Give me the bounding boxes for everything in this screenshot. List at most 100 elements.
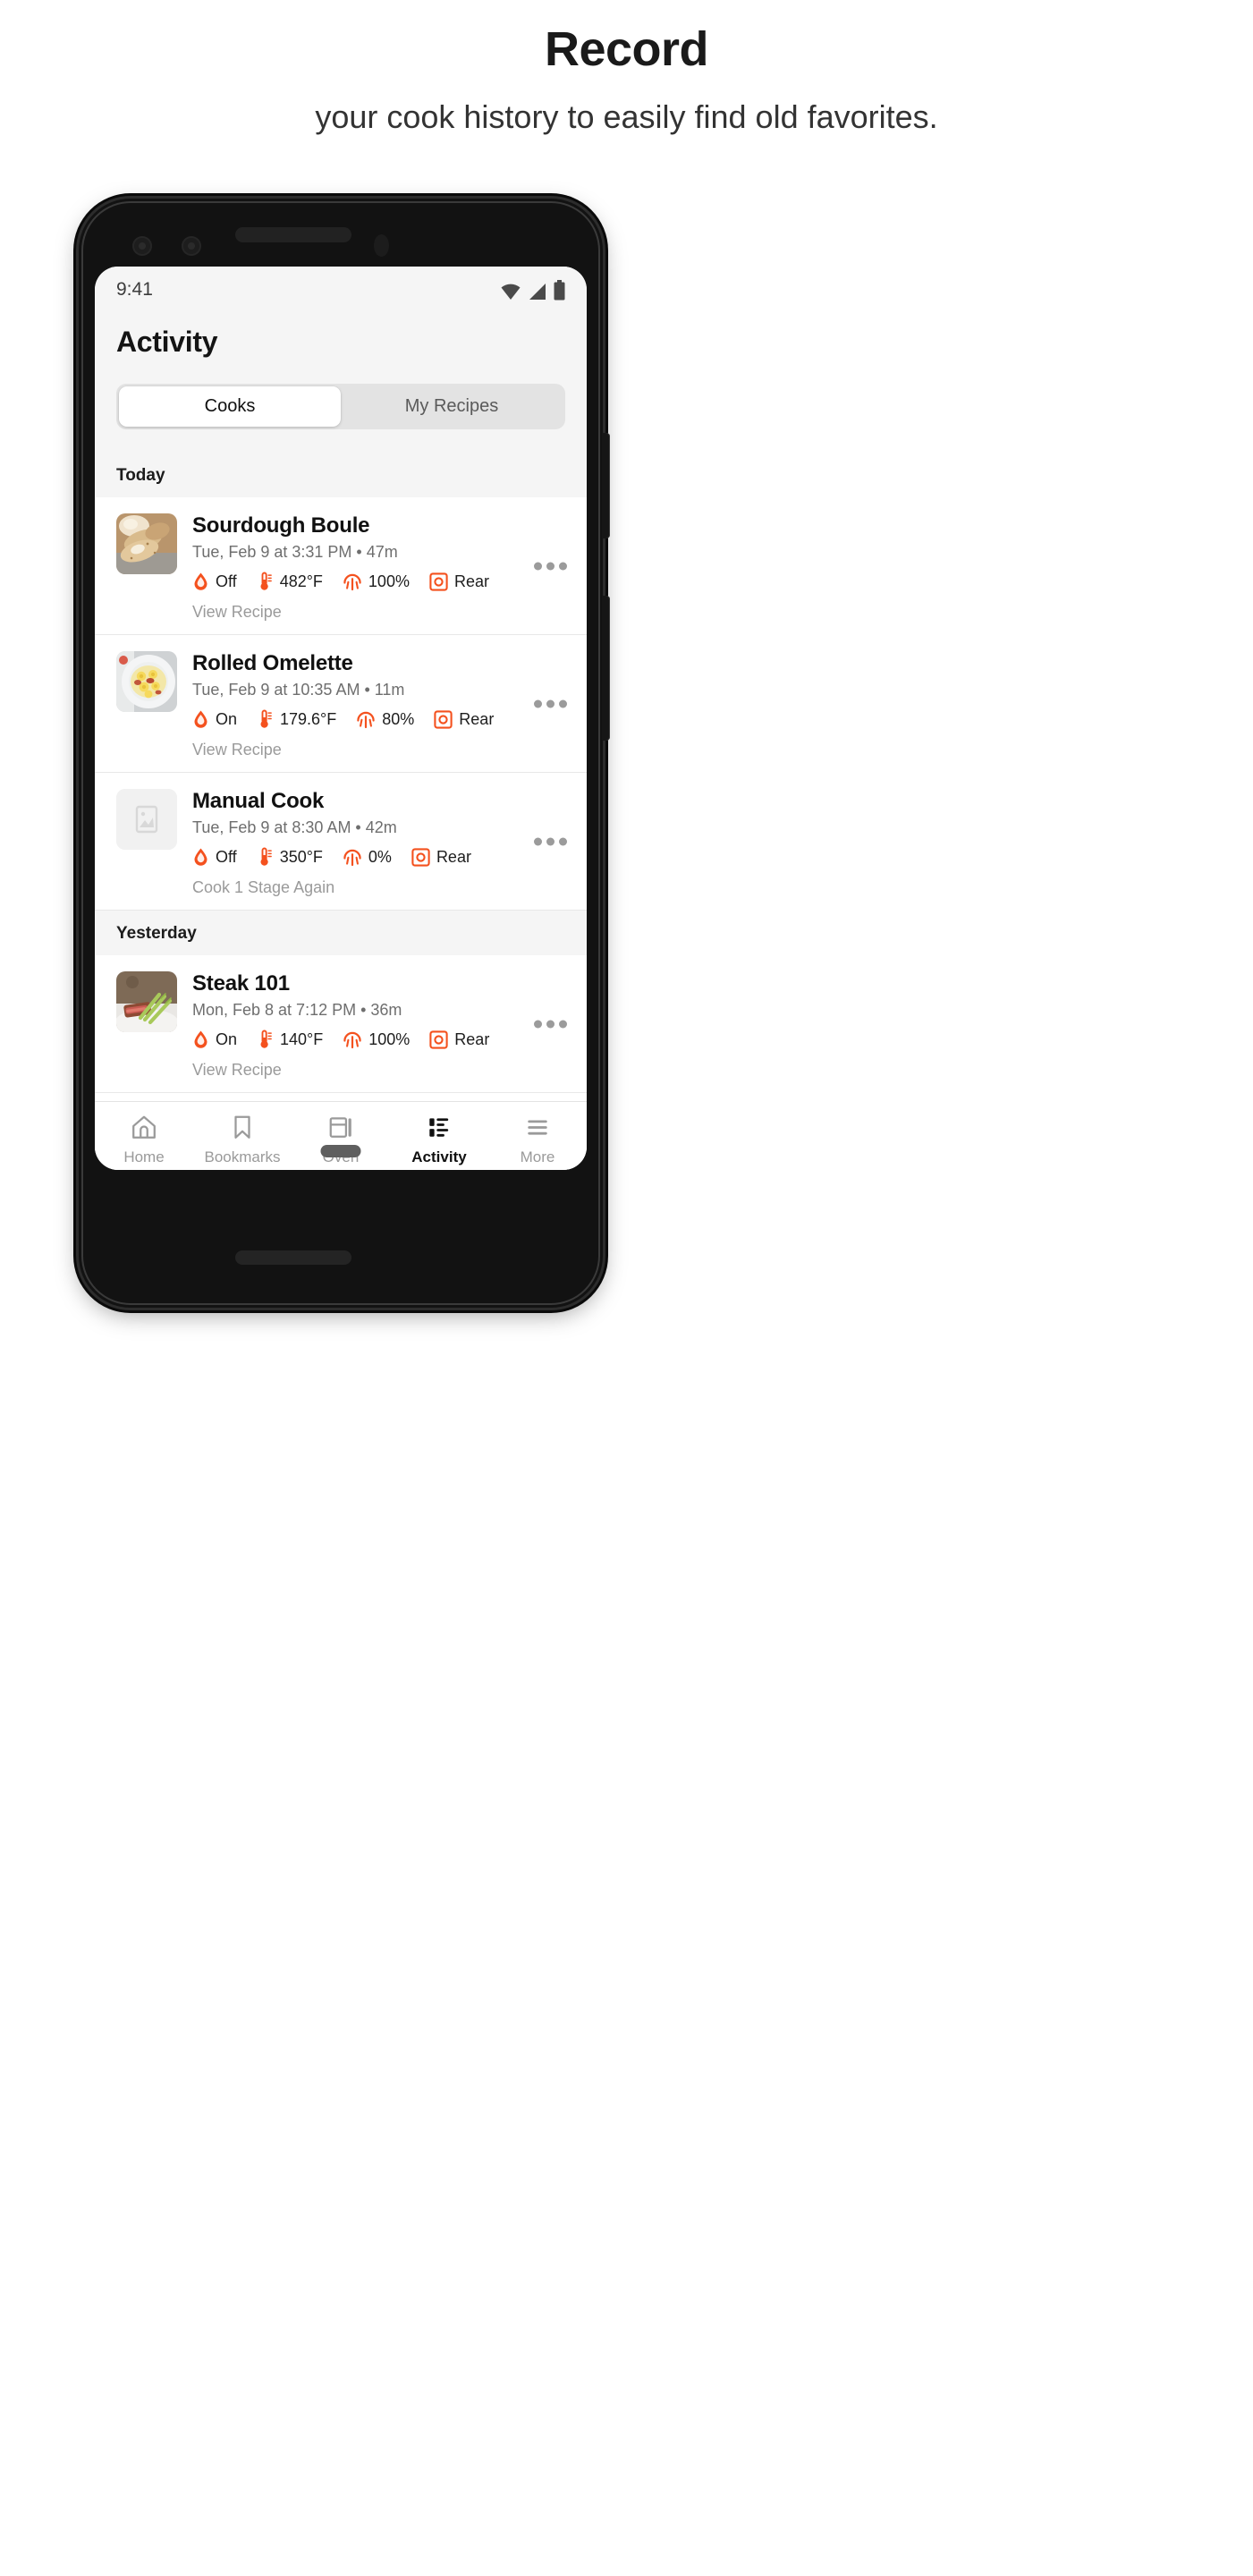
metric-value: 0% — [368, 847, 392, 866]
convection-fan-icon — [343, 573, 361, 591]
home-icon — [132, 1115, 156, 1139]
convection-fan-icon — [343, 1031, 361, 1049]
metric-steam-droplet: Off — [192, 572, 237, 591]
rear-element-icon — [429, 1030, 448, 1049]
steam-droplet-icon — [194, 572, 207, 590]
home-indicator — [320, 1145, 361, 1157]
cook-metrics: Off 482°F 100% Rear — [192, 572, 569, 591]
app-header: Activity — [95, 313, 587, 359]
cook-action-link[interactable]: Cook 1 Stage Again — [192, 878, 569, 897]
cook-title: Rolled Omelette — [192, 651, 353, 675]
rear-element-icon — [434, 709, 453, 729]
cook-history-list[interactable]: Today Sourdough Boule Tue, Feb 9 at 3:31 P… — [95, 453, 587, 1170]
cook-title: Manual Cook — [192, 789, 325, 813]
nav-item-more[interactable]: More — [488, 1114, 587, 1166]
thermometer-icon — [260, 572, 272, 590]
more-options-icon[interactable] — [534, 699, 567, 708]
metric-steam-droplet: On — [192, 1030, 237, 1049]
tab-my-recipes[interactable]: My Recipes — [341, 386, 563, 427]
metric-thermometer: 350°F — [257, 847, 323, 867]
metric-value: On — [216, 709, 238, 728]
metric-value: 80% — [382, 709, 415, 728]
steam-droplet-icon — [194, 1030, 207, 1048]
sourdough-bread-photo — [116, 513, 177, 574]
volume-button[interactable] — [602, 433, 610, 538]
more-options-icon[interactable] — [534, 562, 567, 570]
promo-title: Record — [544, 22, 709, 76]
front-camera-icon — [374, 234, 389, 257]
metric-value: Off — [216, 847, 237, 866]
cook-history-item[interactable]: Rolled Omelette Tue, Feb 9 at 10:35 AM • … — [95, 635, 587, 773]
segmented-control-container: Cooks My Recipes — [95, 359, 587, 453]
metric-rear-element: Rear — [429, 572, 489, 591]
cook-timestamp: Tue, Feb 9 at 8:30 AM • 42m — [192, 818, 397, 836]
cook-action-link[interactable]: View Recipe — [192, 1061, 569, 1080]
phone-frame: 9:41 Activity Cooks My Recipes Today Sou… — [79, 199, 603, 1308]
more-options-icon[interactable] — [534, 837, 567, 845]
nav-item-home[interactable]: Home — [95, 1114, 193, 1166]
cook-history-item[interactable]: Manual Cook Tue, Feb 9 at 8:30 AM • 42m Of… — [95, 773, 587, 911]
nav-label-activity: Activity — [411, 1148, 467, 1165]
proximity-sensor-icon — [132, 236, 152, 256]
cook-thumbnail[interactable] — [116, 971, 177, 1032]
earpiece-speaker — [235, 227, 351, 242]
group-header: Yesterday — [95, 911, 587, 955]
bottom-navigation[interactable]: Home Bookmarks Oven — [95, 1101, 587, 1170]
steam-droplet-icon — [194, 710, 207, 728]
cook-action-link[interactable]: View Recipe — [192, 741, 569, 759]
hamburger-menu-icon — [528, 1120, 547, 1135]
metric-thermometer: 179.6°F — [257, 709, 336, 729]
convection-fan-icon — [343, 849, 361, 867]
cook-item-body: Rolled Omelette Tue, Feb 9 at 10:35 AM • … — [192, 651, 569, 759]
cook-history-item[interactable]: Sourdough Boule Tue, Feb 9 at 3:31 PM • 4… — [95, 497, 587, 635]
image-placeholder-icon — [116, 789, 177, 850]
phone-screen: 9:41 Activity Cooks My Recipes Today Sou… — [95, 267, 587, 1170]
battery-icon — [554, 279, 565, 300]
metric-value: Rear — [459, 709, 495, 728]
metric-value: 350°F — [279, 847, 323, 866]
metric-value: 100% — [368, 1030, 411, 1048]
cook-history-item[interactable]: Steak 101 Mon, Feb 8 at 7:12 PM • 36m On 14… — [95, 955, 587, 1093]
tab-cooks[interactable]: Cooks — [119, 386, 341, 427]
wifi-icon — [501, 284, 521, 300]
bottom-speaker — [235, 1250, 351, 1265]
metric-value: 140°F — [280, 1030, 324, 1048]
segmented-control[interactable]: Cooks My Recipes — [116, 384, 565, 429]
metric-value: Off — [216, 572, 237, 590]
metric-convection-fan: 0% — [343, 847, 392, 867]
cook-item-body: Sourdough Boule Tue, Feb 9 at 3:31 PM • 4… — [192, 513, 569, 622]
cook-timestamp: Mon, Feb 8 at 7:12 PM • 36m — [192, 1001, 402, 1019]
thermometer-icon — [260, 1030, 272, 1048]
metric-value: Rear — [454, 1030, 490, 1048]
nav-label-more: More — [520, 1148, 555, 1165]
cook-item-body: Steak 101 Mon, Feb 8 at 7:12 PM • 36m On 14… — [192, 971, 569, 1080]
status-clock: 9:41 — [116, 279, 153, 300]
promo-header: Record your cook history to easily find … — [0, 0, 1253, 139]
cook-metrics: On 140°F 100% Rear — [192, 1030, 569, 1049]
metric-value: 482°F — [279, 572, 323, 590]
metric-steam-droplet: Off — [192, 847, 237, 867]
nav-item-oven[interactable]: Oven — [292, 1114, 390, 1166]
cook-timestamp: Tue, Feb 9 at 3:31 PM • 47m — [192, 543, 398, 561]
cook-action-link[interactable]: View Recipe — [192, 603, 569, 622]
status-icon-group — [500, 279, 565, 301]
cook-title: Sourdough Boule — [192, 513, 370, 538]
cell-signal-icon — [529, 283, 546, 300]
cook-thumbnail[interactable] — [116, 789, 177, 850]
rear-element-icon — [411, 847, 430, 867]
more-options-icon[interactable] — [534, 1020, 567, 1028]
status-bar: 9:41 — [95, 267, 587, 313]
cook-metrics: On 179.6°F 80% Rear — [192, 709, 569, 729]
activity-list-icon — [429, 1118, 449, 1137]
metric-thermometer: 482°F — [257, 572, 323, 591]
power-button[interactable] — [602, 596, 610, 741]
cook-thumbnail[interactable] — [116, 513, 177, 574]
cook-title: Steak 101 — [192, 971, 290, 996]
nav-item-activity[interactable]: Activity — [390, 1114, 488, 1166]
phone-mockup: 9:41 Activity Cooks My Recipes Today Sou… — [79, 199, 1174, 1317]
nav-item-bookmarks[interactable]: Bookmarks — [193, 1114, 292, 1166]
cook-thumbnail[interactable] — [116, 651, 177, 712]
metric-value: Rear — [453, 572, 489, 590]
thermometer-icon — [260, 847, 272, 866]
promo-subtitle: your cook history to easily find old fav… — [315, 98, 938, 136]
